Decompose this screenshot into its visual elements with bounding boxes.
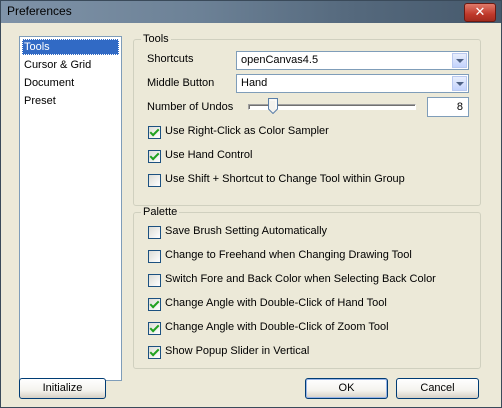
undos-number-field[interactable]: 8 xyxy=(427,97,469,117)
checkbox-box[interactable] xyxy=(148,126,161,139)
checkbox-box[interactable] xyxy=(148,226,161,239)
middle-button-dropdown[interactable]: Hand xyxy=(236,74,469,93)
checkbox-box[interactable] xyxy=(148,274,161,287)
shortcuts-dropdown[interactable]: openCanvas4.5 xyxy=(236,51,469,70)
category-item-document[interactable]: Document xyxy=(22,75,119,91)
chevron-down-icon[interactable] xyxy=(452,76,467,91)
initialize-button[interactable]: Initialize xyxy=(19,378,106,399)
checkbox-freehand[interactable]: Change to Freehand when Changing Drawing… xyxy=(148,249,468,264)
category-item-preset[interactable]: Preset xyxy=(22,93,119,109)
checkbox-label: Save Brush Setting Automatically xyxy=(165,225,328,237)
checkbox-hand-control[interactable]: Use Hand Control xyxy=(148,149,468,164)
cancel-button[interactable]: Cancel xyxy=(396,378,479,399)
category-item-cursor-grid[interactable]: Cursor & Grid xyxy=(22,57,119,73)
checkbox-switch-colors[interactable]: Switch Fore and Back Color when Selectin… xyxy=(148,273,468,288)
checkbox-label: Change Angle with Double-Click of Zoom T… xyxy=(165,321,389,333)
checkbox-box[interactable] xyxy=(148,250,161,263)
checkbox-label: Switch Fore and Back Color when Selectin… xyxy=(165,273,436,285)
chevron-down-icon[interactable] xyxy=(452,53,467,68)
checkbox-save-brush[interactable]: Save Brush Setting Automatically xyxy=(148,225,468,240)
checkbox-box[interactable] xyxy=(148,298,161,311)
checkbox-box[interactable] xyxy=(148,322,161,335)
dialog-body: Tools Cursor & Grid Document Preset Tool… xyxy=(1,23,501,407)
tools-group-label: Tools xyxy=(141,33,171,45)
close-icon[interactable]: ✕ xyxy=(464,3,496,22)
checkbox-angle-hand[interactable]: Change Angle with Double-Click of Hand T… xyxy=(148,297,468,312)
checkbox-right-click-sampler[interactable]: Use Right-Click as Color Sampler xyxy=(148,125,468,140)
checkbox-box[interactable] xyxy=(148,150,161,163)
shortcuts-label: Shortcuts xyxy=(147,53,194,65)
ok-button[interactable]: OK xyxy=(305,378,388,399)
undos-label: Number of Undos xyxy=(147,101,234,113)
checkbox-angle-zoom[interactable]: Change Angle with Double-Click of Zoom T… xyxy=(148,321,468,336)
title-bar[interactable]: Preferences ✕ xyxy=(1,1,501,23)
palette-group-label: Palette xyxy=(141,206,180,218)
checkbox-box[interactable] xyxy=(148,346,161,359)
shortcuts-value: openCanvas4.5 xyxy=(241,54,319,66)
checkbox-label: Change to Freehand when Changing Drawing… xyxy=(165,249,412,261)
preferences-window: Preferences ✕ Tools Cursor & Grid Docume… xyxy=(0,0,502,408)
checkbox-box[interactable] xyxy=(148,174,161,187)
checkbox-popup-vertical[interactable]: Show Popup Slider in Vertical xyxy=(148,345,468,360)
checkbox-label: Use Hand Control xyxy=(165,149,253,161)
window-title: Preferences xyxy=(7,4,72,18)
palette-group: Palette Save Brush Setting Automatically… xyxy=(133,206,481,369)
tools-group: Tools Shortcuts openCanvas4.5 Middle But… xyxy=(133,33,481,206)
checkbox-label: Change Angle with Double-Click of Hand T… xyxy=(165,297,387,309)
middle-button-label: Middle Button xyxy=(147,77,215,89)
middle-button-value: Hand xyxy=(241,77,268,89)
checkbox-label: Show Popup Slider in Vertical xyxy=(165,345,310,357)
checkbox-shift-shortcut[interactable]: Use Shift + Shortcut to Change Tool with… xyxy=(148,173,468,188)
category-list[interactable]: Tools Cursor & Grid Document Preset xyxy=(19,36,122,381)
checkbox-label: Use Shift + Shortcut to Change Tool with… xyxy=(165,173,405,185)
category-item-tools[interactable]: Tools xyxy=(22,39,119,55)
undos-slider-thumb[interactable] xyxy=(268,98,279,114)
checkbox-label: Use Right-Click as Color Sampler xyxy=(165,125,329,137)
